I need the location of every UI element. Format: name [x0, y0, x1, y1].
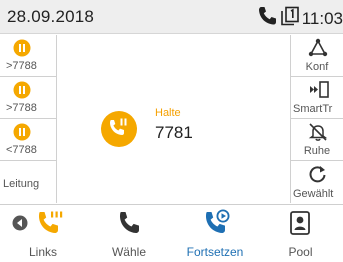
hold-icon	[13, 123, 31, 146]
function-keys-panel: Konf SmartTr Ruhe Gewählt	[290, 35, 343, 203]
status-bar: 28.09.2018 11:03	[0, 0, 343, 34]
line-key-2[interactable]: >7788	[0, 77, 56, 119]
resume-call-icon	[203, 209, 231, 241]
function-key-label: Gewählt	[293, 188, 334, 200]
smart-transfer-icon	[308, 80, 330, 105]
line-one-icon	[280, 6, 300, 31]
contact-card-icon	[289, 210, 311, 241]
softkey-bar: Links Wähle Fortsetzen Pool	[0, 204, 343, 261]
function-key-ruhe[interactable]: Ruhe	[291, 119, 343, 161]
handset-icon	[117, 210, 143, 241]
line-key-3[interactable]: <7788	[0, 119, 56, 161]
call-number: 7781	[155, 123, 193, 142]
status-date: 28.09.2018	[7, 7, 95, 26]
line-key-label: <7788	[6, 144, 37, 156]
line-key-leitung[interactable]: Leitung	[0, 161, 56, 203]
softkey-fortsetzen[interactable]: Fortsetzen	[172, 205, 258, 262]
redial-icon	[308, 164, 328, 189]
function-key-gewaehlt[interactable]: Gewählt	[291, 161, 343, 203]
softkey-label: Wähle	[111, 245, 146, 259]
function-key-konf[interactable]: Konf	[291, 35, 343, 77]
call-hold-icon	[100, 110, 138, 153]
softkey-label: Fortsetzen	[186, 245, 244, 259]
back-arrow-icon	[12, 215, 28, 236]
function-key-label: Konf	[305, 61, 329, 73]
softkey-waehle[interactable]: Wähle	[86, 205, 172, 262]
softkey-pool[interactable]: Pool	[258, 205, 343, 262]
line-key-label: >7788	[6, 102, 37, 114]
call-display: Halte 7781	[57, 35, 290, 203]
call-state: Halte	[155, 107, 181, 119]
line-key-1[interactable]: >7788	[0, 35, 56, 77]
softkey-label: Pool	[288, 245, 313, 259]
function-key-label: SmartTr	[293, 103, 333, 115]
line-keys-panel: >7788 >7788 <7788 Leitung	[0, 35, 57, 203]
softkey-label: Links	[28, 245, 57, 259]
status-time: 11:03	[301, 8, 343, 28]
softkey-links[interactable]: Links	[0, 205, 86, 262]
hold-icon	[13, 39, 31, 62]
function-key-smarttr[interactable]: SmartTr	[291, 77, 343, 119]
hold-icon	[13, 81, 31, 104]
line-key-label: Leitung	[3, 178, 40, 190]
phone-icon	[256, 6, 278, 31]
function-key-label: Ruhe	[303, 145, 331, 157]
held-call-icon	[36, 210, 64, 241]
line-key-label: >7788	[6, 60, 37, 72]
conference-icon	[308, 38, 328, 63]
bell-off-icon	[308, 122, 328, 147]
